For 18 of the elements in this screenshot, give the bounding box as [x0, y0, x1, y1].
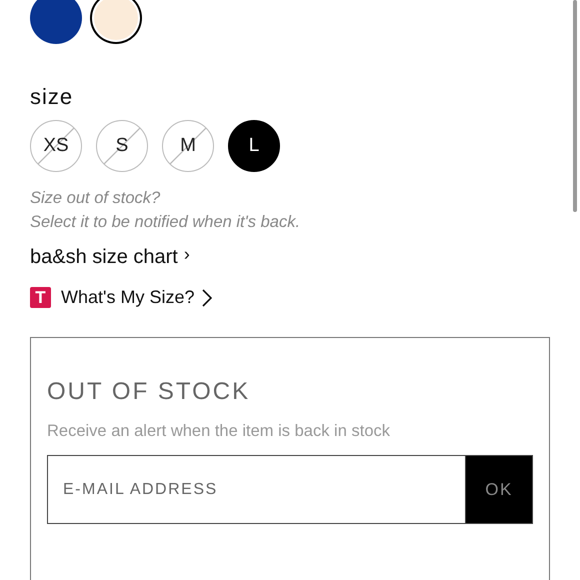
scroll-bar[interactable]: [573, 0, 577, 212]
size-chart-link[interactable]: ba&sh size chart ›: [30, 246, 190, 269]
section-label: size: [30, 84, 74, 110]
size-option[interactable]: L: [228, 120, 280, 172]
color-swatch[interactable]: [30, 0, 82, 44]
email-field[interactable]: E-MAIL ADDRESS: [47, 455, 465, 524]
size-option[interactable]: XS: [30, 120, 82, 172]
hint-text: Size out of stock?: [30, 188, 162, 209]
color-swatch[interactable]: [90, 0, 142, 44]
ok-button[interactable]: OK: [465, 455, 533, 524]
size-option[interactable]: S: [96, 120, 148, 172]
brand-badge: T: [30, 287, 51, 308]
panel-title: OUT OF STOCK: [47, 378, 252, 406]
size-option[interactable]: M: [162, 120, 214, 172]
size-finder-link[interactable]: What's My Size?: [61, 287, 212, 308]
hint-text: Select it to be notified when it's back.: [30, 212, 302, 233]
chevron-right-icon: [202, 288, 212, 306]
panel-text: Receive an alert when the item is back in stock: [47, 422, 391, 441]
